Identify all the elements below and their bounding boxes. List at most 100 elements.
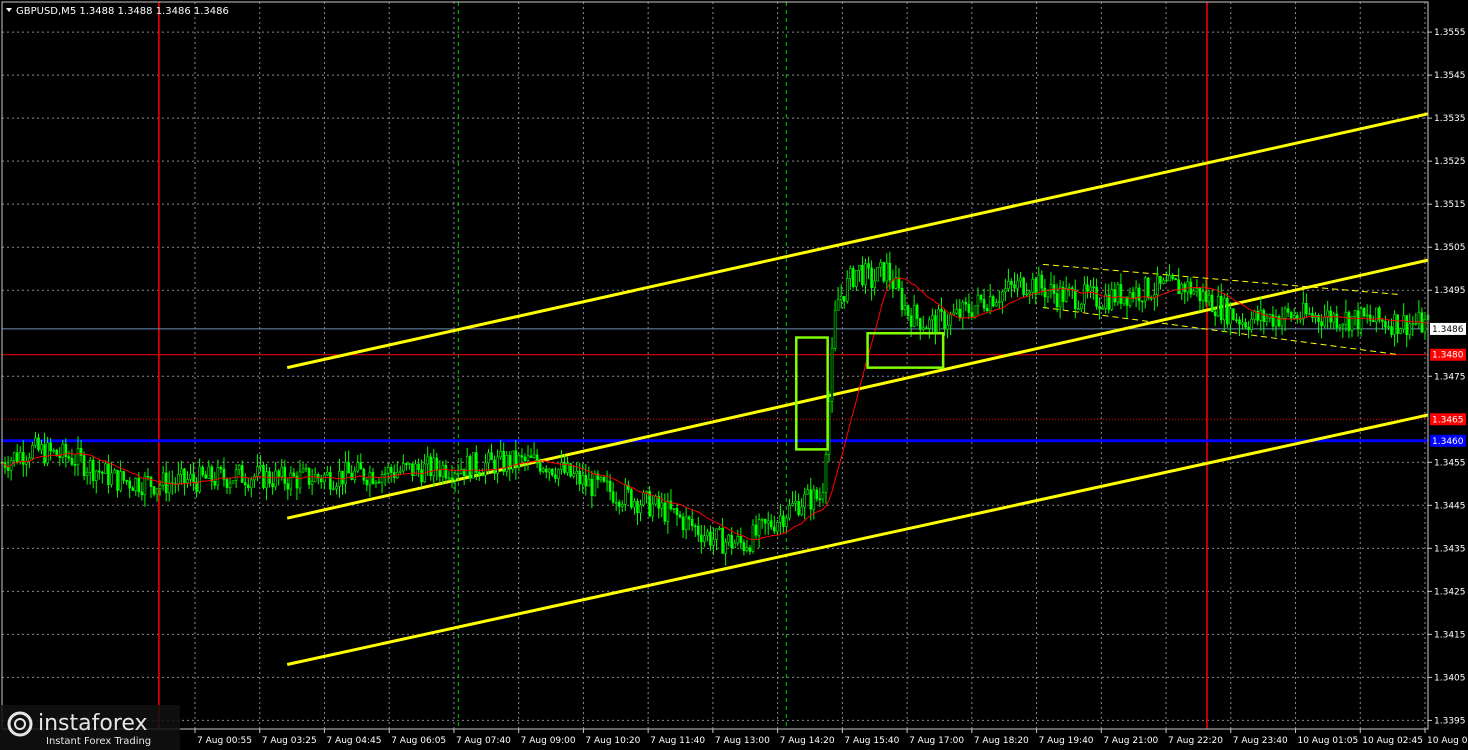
candle-body — [943, 311, 946, 330]
candle-body — [1101, 308, 1104, 310]
candle-body — [183, 468, 186, 484]
candle-body — [37, 437, 40, 451]
x-tick-label: 7 Aug 06:05 — [391, 736, 446, 746]
candle-body — [970, 312, 974, 318]
candle-body — [897, 277, 901, 289]
candle-body — [73, 464, 77, 466]
candle-body — [572, 473, 575, 477]
candle-body — [408, 463, 411, 465]
candle-body — [587, 478, 591, 487]
candle-body — [882, 262, 886, 282]
candle-body — [1140, 300, 1144, 303]
candle-body — [1259, 309, 1263, 321]
candle-body — [389, 467, 393, 473]
candle-body — [903, 305, 907, 311]
candle-body — [274, 470, 277, 488]
candle-body — [441, 465, 445, 477]
candle-body — [475, 452, 478, 473]
candle-body — [1128, 292, 1132, 306]
candle-body — [64, 443, 68, 457]
candle-body — [1016, 280, 1019, 289]
candle-body — [365, 479, 369, 486]
y-tick-label: 1.3435 — [1434, 544, 1466, 554]
candle-body — [1198, 288, 1202, 302]
candle-body — [377, 481, 381, 484]
candle-body — [754, 524, 758, 536]
candle-body — [1143, 277, 1147, 302]
candle-body — [724, 541, 727, 554]
candle-body — [292, 472, 296, 477]
candle-body — [304, 467, 308, 470]
candle-body — [152, 486, 156, 495]
candle-body — [797, 501, 800, 515]
candle-body — [158, 484, 162, 489]
candle-body — [1004, 288, 1007, 293]
candle-body — [1289, 312, 1293, 319]
candle-body — [845, 278, 849, 302]
x-tick-label: 7 Aug 19:40 — [1039, 736, 1094, 746]
candle-body — [824, 454, 828, 493]
candle-body — [88, 460, 92, 473]
x-tick-label: 7 Aug 18:20 — [974, 736, 1029, 746]
candle-body — [1213, 311, 1217, 317]
candle-body — [1390, 326, 1393, 335]
candle-body — [912, 304, 916, 327]
candle-body — [1040, 274, 1044, 289]
candle-body — [1156, 275, 1159, 296]
candle-body — [326, 472, 329, 476]
candle-body — [471, 452, 475, 479]
candle-body — [833, 309, 837, 349]
candle-body — [733, 542, 737, 548]
candle-body — [763, 518, 767, 524]
candle-body — [961, 301, 965, 318]
candle-body — [1335, 313, 1339, 328]
candle-body — [967, 303, 971, 313]
candle-body — [1083, 284, 1086, 305]
candle-body — [462, 468, 466, 476]
candle-body — [605, 480, 609, 483]
candle-body — [91, 460, 95, 482]
candle-body — [465, 456, 469, 476]
candle-body — [1113, 289, 1117, 303]
candle-body — [1232, 308, 1235, 321]
candle-body — [611, 491, 615, 503]
candle-body — [937, 309, 940, 334]
candle-body — [1362, 308, 1366, 317]
x-tick-label: 7 Aug 07:40 — [456, 736, 511, 746]
candle-body — [1405, 315, 1409, 336]
candle-body — [757, 519, 761, 536]
candle-body — [538, 462, 542, 472]
candle-body — [1080, 303, 1083, 309]
x-tick-label: 7 Aug 23:40 — [1233, 736, 1288, 746]
candle-body — [721, 527, 724, 554]
candle-body — [447, 477, 451, 480]
candle-body — [852, 268, 855, 287]
candle-body — [231, 480, 235, 484]
candle-body — [119, 471, 122, 491]
level-label-level-dotted: 1.3465 — [1432, 415, 1464, 425]
candle-body — [289, 472, 293, 490]
price-chart[interactable]: 1.3555 1.3545 1.3535 1.3525 1.3515 1.3505 1.34… — [0, 0, 1468, 750]
candle-body — [228, 482, 232, 488]
candle-body — [313, 474, 317, 482]
candle-body — [1241, 322, 1244, 325]
candle-body — [110, 472, 113, 485]
candle-body — [107, 463, 110, 485]
candle-body — [1280, 318, 1284, 327]
candle-body — [776, 522, 779, 532]
candle-body — [67, 456, 71, 459]
candle-body — [1302, 303, 1305, 320]
candle-body — [906, 305, 910, 316]
candle-body — [478, 471, 481, 476]
candle-body — [706, 531, 709, 537]
candle-body — [949, 314, 952, 326]
candle-body — [250, 479, 253, 489]
candle-body — [283, 466, 287, 484]
candle-body — [505, 454, 509, 472]
y-tick-label: 1.3545 — [1434, 71, 1466, 81]
candle-body — [1122, 296, 1126, 304]
candle-body — [1308, 313, 1311, 315]
candle-body — [709, 531, 712, 546]
candle-body — [602, 477, 606, 482]
candle-body — [918, 318, 922, 330]
